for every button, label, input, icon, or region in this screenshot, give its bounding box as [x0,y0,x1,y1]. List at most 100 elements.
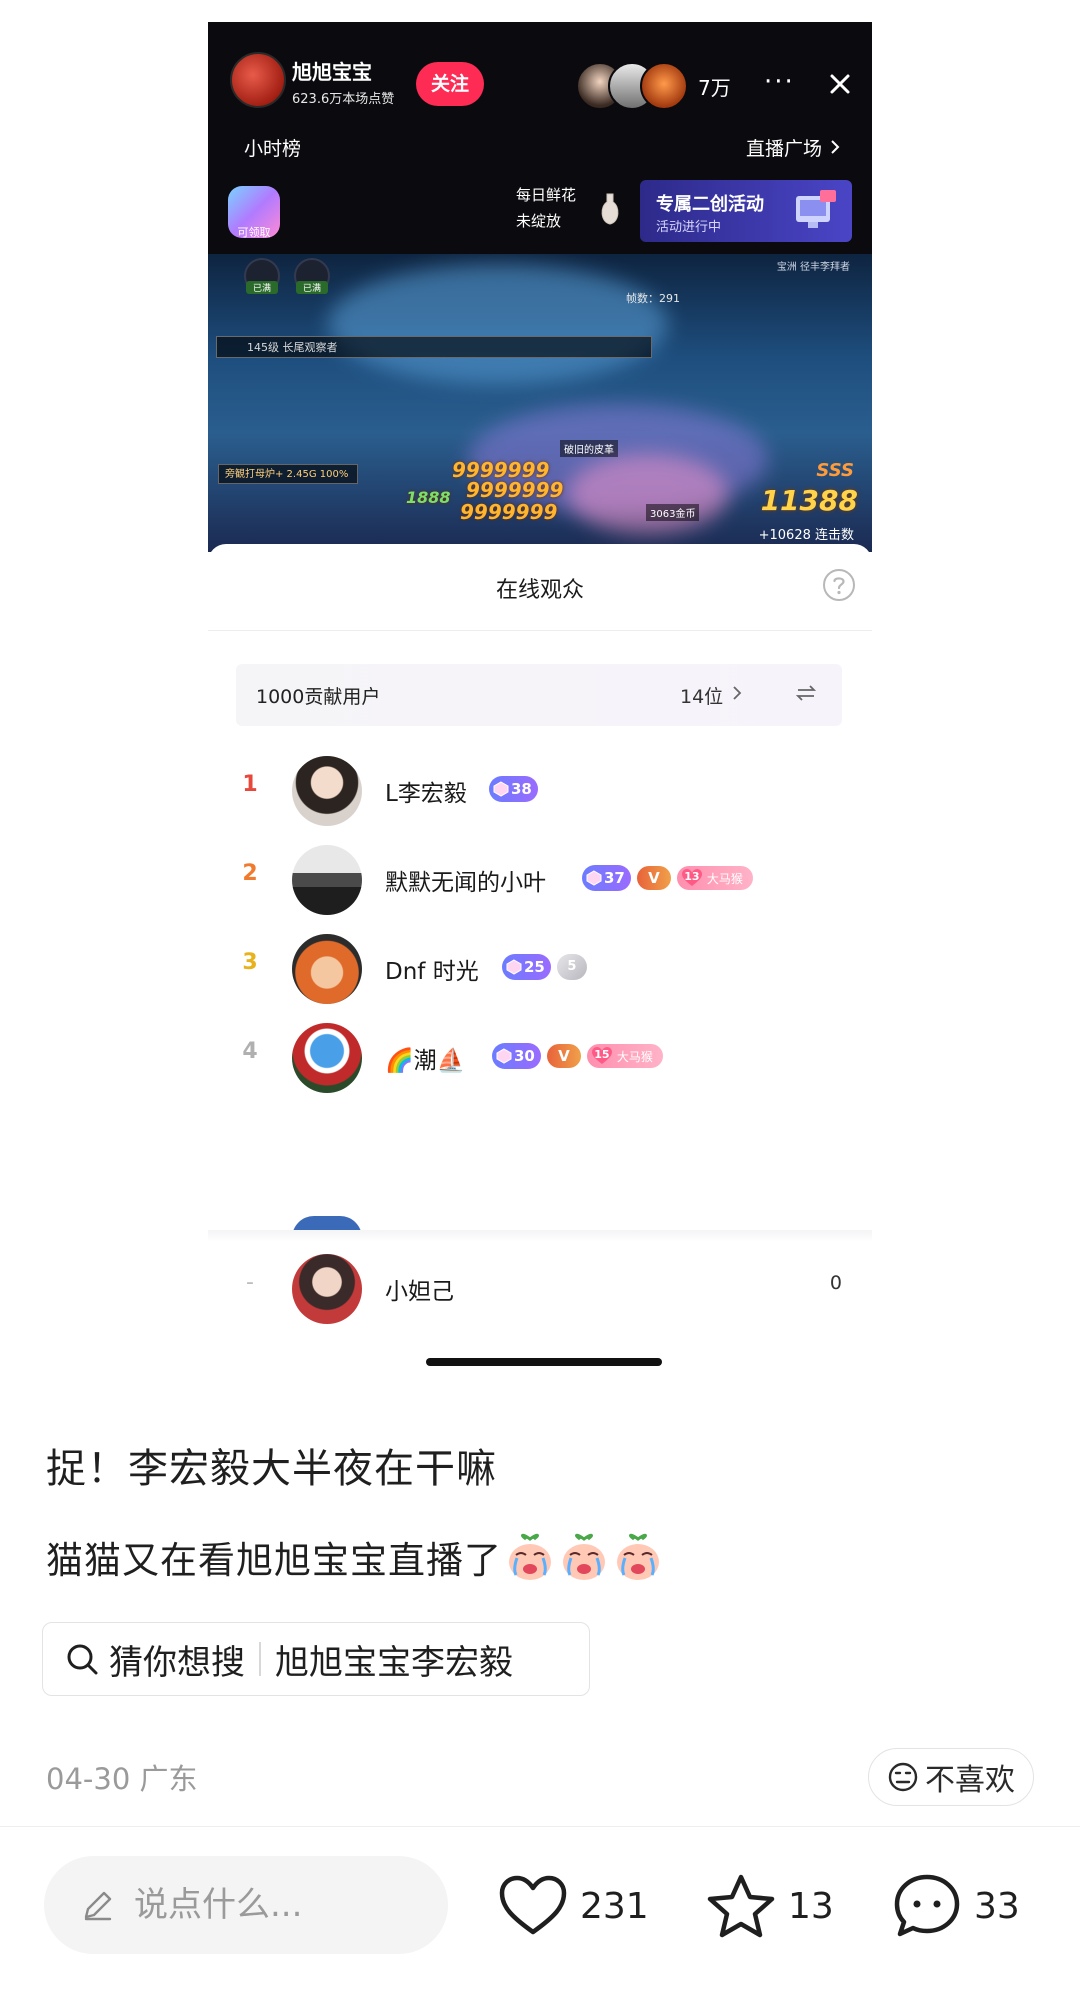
dislike-face-icon [888,1762,918,1792]
avatar[interactable] [292,1023,362,1093]
level-value: 38 [511,780,532,798]
level-badge: 25 [502,954,551,980]
viewer-rank: 2 [242,861,258,886]
heart-icon [499,1875,567,1935]
fan-club-badge: 15 大马猴 [586,1044,663,1068]
level-badge: 38 [489,776,538,802]
viewer-name: 🌈潮⛵ [385,1048,466,1074]
daily-flower[interactable]: 每日鲜花 未绽放 [516,182,576,234]
divider [208,1230,872,1242]
comment-input[interactable] [132,1884,436,1926]
level-value: 30 [514,1047,535,1065]
activity-banner[interactable]: 专属二创活动 活动进行中 [640,180,852,242]
game-top-tag: 宝洲 径丰李拜者 [776,262,850,273]
damage-number: 9999999 [460,500,558,524]
avatar[interactable] [292,756,362,826]
favorite-count: 13 [788,1885,834,1927]
fan-club-name: 大马猴 [616,1049,653,1064]
gem-icon [506,959,522,975]
viewer-row[interactable]: 4 🌈潮⛵ 30 V 15 大马猴 [208,1011,872,1101]
viewer-row[interactable]: 2 默默无闻的小叶 37 V 13 大马猴 [208,833,872,923]
silver-badge: 5 [556,954,587,980]
chevron-right-icon [733,686,742,700]
swap-icon[interactable] [796,682,816,704]
live-room: 已满 已满 宝洲 径丰李拜者 帧数：291 145级 长尾观察者 破旧的皮革 旁… [208,22,872,552]
gem-icon [493,781,509,797]
level-value: 25 [524,958,545,976]
post-body: 猫猫又在看旭旭宝宝直播了 [46,1530,664,1584]
host-avatar[interactable] [230,52,286,108]
boss-hp-bar: 145级 长尾观察者 [216,336,652,358]
viewer-name: Dnf 时光 [385,959,479,985]
comment-input-box[interactable] [44,1856,448,1954]
gold-drop-label: 3063金币 [646,504,700,521]
star-icon [707,1874,775,1938]
avatar[interactable] [292,934,362,1004]
close-icon[interactable] [822,66,858,102]
suggested-search-query: 旭旭宝宝李宏毅 [275,1642,513,1683]
level-badge: 30 [492,1043,541,1069]
host-likes: 623.6万本场点赞 [292,92,395,107]
more-button[interactable]: ··· [764,66,795,98]
buff-icon: 已满 [294,258,330,294]
item-drop-label: 破旧的皮革 [560,440,618,457]
follow-button[interactable]: 关注 [416,62,484,106]
crying-peach-emoji [509,1533,551,1580]
gem-icon [586,870,602,886]
combo-score: +10628 连击数 [758,528,854,543]
activity-illustration [796,190,836,228]
viewer-count[interactable]: 7万 [698,72,731,101]
frame-counter: 帧数：291 [626,292,680,305]
viewer-row[interactable]: 3 Dnf 时光 25 5 [208,922,872,1012]
game-view: 已满 已满 宝洲 径丰李拜者 帧数：291 145级 长尾观察者 破旧的皮革 旁… [208,254,872,552]
post-title: 捉！李宏毅大半夜在干嘛 [46,1446,497,1492]
post-date-location: 04-30 广东 [46,1762,198,1796]
favorite-button[interactable]: 13 [706,1868,834,1944]
damage-number: 9999999 [466,478,564,502]
suggested-search-label: 猜你想搜 [109,1642,245,1683]
contributor-bar[interactable]: 1000贡献用户 14位 [236,664,842,726]
hour-rank-link[interactable]: 小时榜 [244,134,301,161]
host-name[interactable]: 旭旭宝宝 [292,56,372,85]
flower-line: 未绽放 [516,212,562,230]
my-viewer-row[interactable]: - 小妲己 0 [208,1242,872,1332]
viewer-rank: 3 [242,950,258,975]
gift-claim-label: 可领取 [237,226,271,239]
live-plaza-label: 直播广场 [746,138,823,160]
top-viewer-avatar[interactable] [640,62,688,110]
avatar[interactable] [292,845,362,915]
viewer-name: 默默无闻的小叶 [385,870,546,896]
vip-badge: V [636,866,671,890]
dislike-label: 不喜欢 [925,1763,1015,1798]
divider [208,630,872,631]
like-button[interactable]: 231 [498,1868,649,1944]
divider [259,1642,261,1676]
comment-count: 33 [974,1885,1020,1927]
search-icon [67,1644,98,1675]
viewer-name: L李宏毅 [385,781,467,807]
level-badge: 37 [582,865,631,891]
buff-icon: 已满 [244,258,280,294]
fan-level: 13 [684,870,700,883]
gift-claim-button[interactable]: 可领取 [228,186,280,239]
gem-icon [496,1048,512,1064]
suggested-search[interactable]: 猜你想搜 旭旭宝宝李宏毅 [42,1622,590,1696]
activity-subtitle: 活动进行中 [656,220,722,235]
live-plaza-link[interactable]: 直播广场 [746,134,840,161]
dislike-button[interactable]: 不喜欢 [868,1748,1034,1806]
comment-button[interactable]: 33 [892,1868,1020,1944]
viewer-row[interactable]: 1 L李宏毅 38 [208,744,872,834]
vase-icon [601,193,619,225]
comment-icon [894,1874,960,1937]
level-value: 37 [604,869,625,887]
fan-club-badge: 13 大马猴 [676,866,753,890]
fan-club-name: 大马猴 [706,871,743,886]
viewer-badges: 30 V 15 大马猴 [492,1043,663,1069]
divider [0,1826,1080,1827]
help-icon[interactable] [822,568,856,602]
damage-number: 1888 [406,488,451,507]
viewer-badges: 25 5 [502,954,587,980]
home-indicator [426,1358,662,1366]
avatar[interactable] [292,1254,362,1324]
viewer-rank: 4 [242,1039,258,1064]
